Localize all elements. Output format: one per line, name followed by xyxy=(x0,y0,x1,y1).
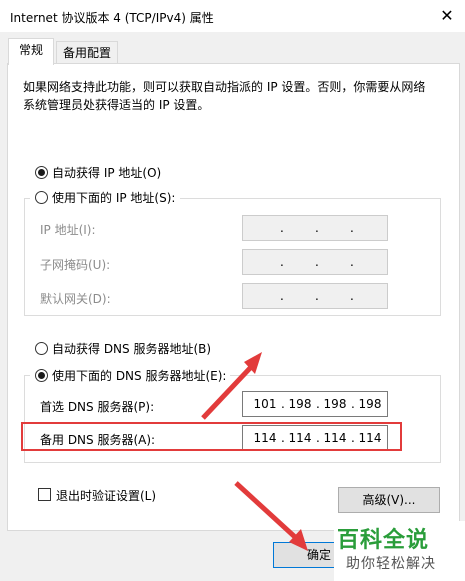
watermark-main: 百科全说 xyxy=(337,528,430,553)
arrow-down-icon xyxy=(234,481,308,551)
watermark-sub: 助你轻松解决 xyxy=(346,556,436,572)
arrow-up-icon xyxy=(201,352,262,420)
annotation-arrows xyxy=(201,352,308,551)
tab-general[interactable]: 常规 xyxy=(8,38,54,65)
